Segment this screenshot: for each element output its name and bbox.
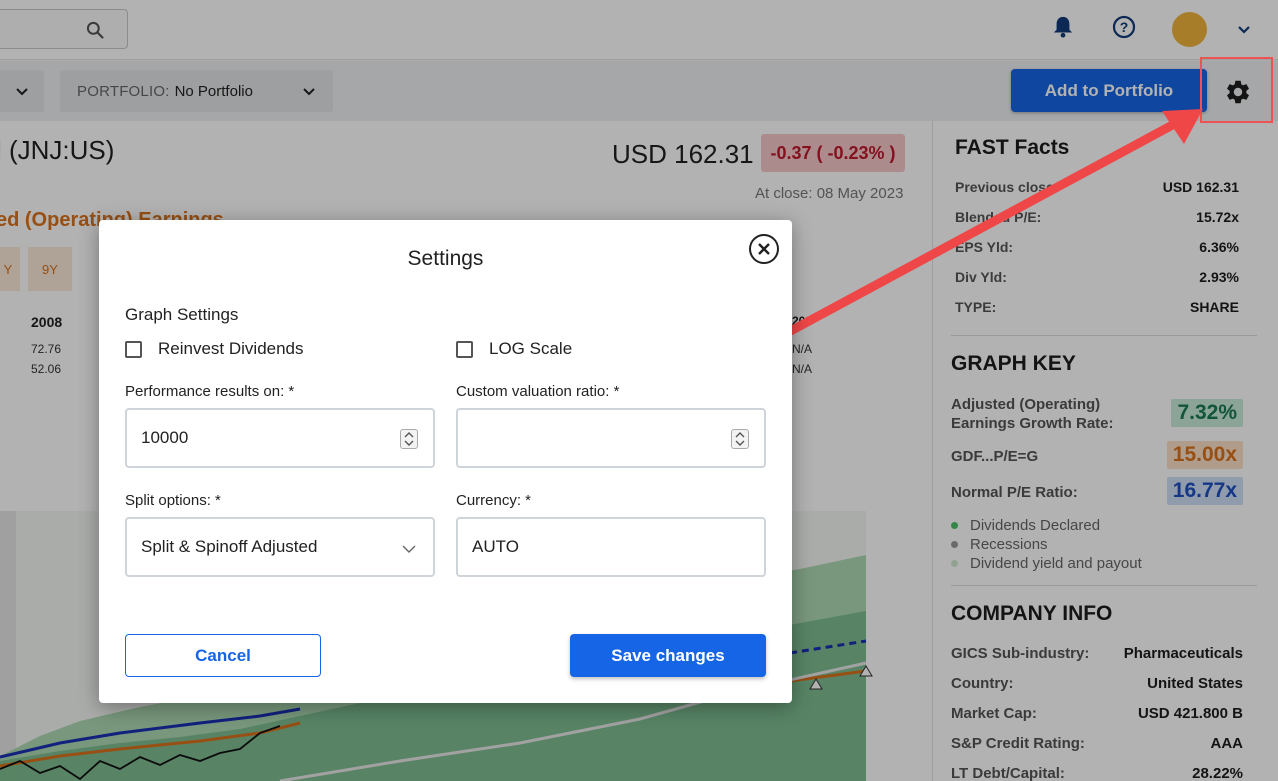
save-changes-button[interactable]: Save changes — [570, 634, 766, 677]
checkbox-label: Reinvest Dividends — [158, 339, 304, 358]
settings-dialog: Settings Graph Settings Reinvest Dividen… — [99, 220, 792, 703]
performance-label: Performance results on: * — [125, 383, 295, 400]
performance-value: 10000 — [141, 428, 189, 447]
currency-label: Currency: * — [456, 492, 532, 509]
cancel-button[interactable]: Cancel — [125, 634, 321, 677]
number-stepper[interactable] — [400, 429, 418, 449]
number-stepper[interactable] — [731, 429, 749, 449]
annotation-highlight-box — [1200, 57, 1273, 123]
reinvest-dividends-checkbox[interactable]: Reinvest Dividends — [125, 339, 304, 359]
checkbox-box[interactable] — [125, 340, 142, 358]
log-scale-checkbox[interactable]: LOG Scale — [456, 339, 572, 359]
split-options-label: Split options: * — [125, 492, 221, 509]
currency-value: AUTO — [472, 537, 519, 556]
checkbox-box[interactable] — [456, 340, 473, 358]
valuation-ratio-input[interactable] — [456, 408, 766, 468]
split-options-select[interactable]: Split & Spinoff Adjusted — [125, 517, 435, 577]
checkbox-label: LOG Scale — [489, 339, 573, 358]
valuation-label: Custom valuation ratio: * — [456, 383, 620, 400]
split-options-value: Split & Spinoff Adjusted — [141, 537, 318, 556]
currency-input[interactable]: AUTO — [456, 517, 766, 577]
dialog-title: Settings — [407, 247, 484, 270]
performance-input[interactable]: 10000 — [125, 408, 435, 468]
graph-settings-title: Graph Settings — [125, 305, 239, 324]
chevron-down-icon — [402, 545, 416, 553]
close-icon[interactable] — [749, 234, 779, 264]
